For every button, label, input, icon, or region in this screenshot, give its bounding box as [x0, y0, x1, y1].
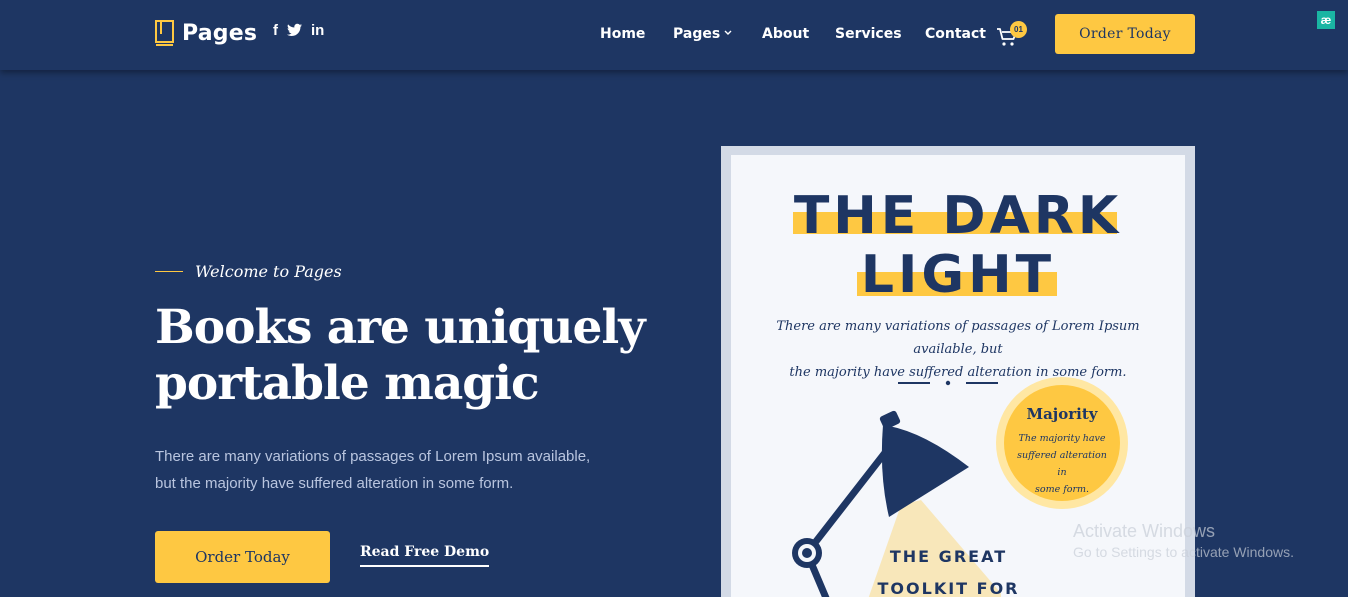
book-subtitle-line1: THE GREAT	[889, 547, 1008, 566]
badge-title: Majority	[1026, 405, 1098, 423]
twitter-icon[interactable]	[287, 23, 302, 39]
book-desc-line1: There are many variations of passages of…	[776, 319, 1140, 357]
hero-eyebrow: Welcome to Pages	[155, 262, 342, 281]
nav-pages-label: Pages	[673, 26, 721, 42]
eyebrow-text: Welcome to Pages	[195, 262, 342, 281]
linkedin-icon[interactable]: in	[311, 23, 324, 39]
social-links: f in	[273, 23, 324, 39]
eyebrow-line	[155, 271, 183, 272]
hero-title: Books are uniquely portable magic	[155, 300, 675, 412]
book-subtitle-line2: TOOLKIT FOR	[877, 579, 1020, 597]
badge-line1: The majority have	[1018, 433, 1106, 444]
logo[interactable]: Pages	[155, 20, 257, 46]
desk-lamp-illustration	[792, 410, 1001, 597]
watermark-subtitle: Go to Settings to activate Windows.	[1073, 544, 1294, 560]
logo-text: Pages	[182, 20, 258, 46]
book-title-line1: THE DARK	[793, 186, 1123, 246]
chevron-down-icon	[724, 30, 732, 35]
order-today-button[interactable]: Order Today	[155, 531, 330, 583]
badge-line3: some form.	[1034, 484, 1090, 495]
extension-icon[interactable]: æ	[1317, 11, 1335, 29]
nav-contact[interactable]: Contact	[925, 26, 986, 42]
hero-description: There are many variations of passages of…	[155, 443, 625, 497]
top-navbar: Pages f in Home Pages About Services Con…	[0, 0, 1348, 70]
book-logo-icon	[155, 20, 174, 46]
watermark-title: Activate Windows	[1073, 521, 1216, 541]
hero-desc-line2: but the majority have suffered alteratio…	[155, 475, 514, 492]
nav-services[interactable]: Services	[835, 26, 902, 42]
nav-about[interactable]: About	[762, 26, 809, 42]
nav-home[interactable]: Home	[600, 26, 645, 42]
hero-desc-line1: There are many variations of passages of…	[155, 448, 591, 465]
windows-activation-watermark: Activate Windows Go to Settings to activ…	[1073, 521, 1294, 560]
ornament-divider	[898, 380, 998, 386]
book-title-line2: LIGHT	[860, 245, 1056, 305]
hero-title-line1: Books are uniquely	[155, 300, 646, 355]
hero-title-line2: portable magic	[155, 356, 540, 411]
nav-pages[interactable]: Pages	[673, 26, 732, 42]
read-free-demo-link[interactable]: Read Free Demo	[360, 544, 490, 567]
badge-text: The majority have suffered alteration in…	[1012, 430, 1112, 498]
facebook-icon[interactable]: f	[273, 23, 278, 39]
cart-count-badge: 01	[1010, 21, 1027, 38]
book-description: There are many variations of passages of…	[761, 315, 1155, 384]
order-today-nav-button[interactable]: Order Today	[1055, 14, 1195, 54]
badge-line2: suffered alteration in	[1017, 450, 1107, 478]
